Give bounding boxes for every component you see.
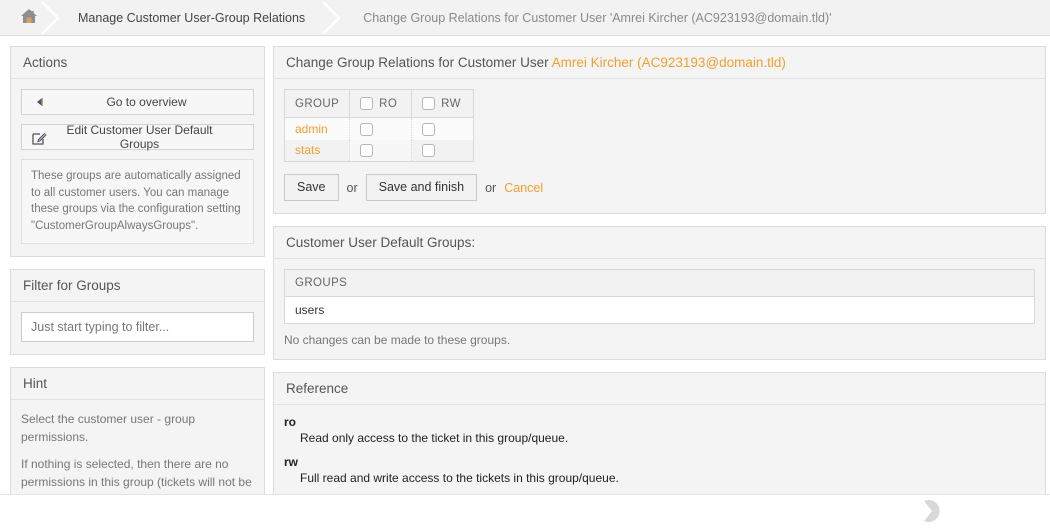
main-content: Change Group Relations for Customer User… bbox=[273, 46, 1046, 510]
no-changes-note: No changes can be made to these groups. bbox=[284, 333, 1035, 347]
edit-default-groups-label: Edit Customer User Default Groups bbox=[48, 123, 245, 151]
actions-title: Actions bbox=[11, 47, 264, 79]
column-header-groups: GROUPS bbox=[285, 270, 1035, 297]
select-all-ro-checkbox[interactable] bbox=[360, 97, 373, 110]
default-groups-header-row: GROUPS bbox=[285, 270, 1035, 297]
default-groups-note: These groups are automatically assigned … bbox=[21, 159, 254, 244]
footer bbox=[0, 494, 1050, 524]
breadcrumb-separator-2 bbox=[319, 0, 345, 36]
hint-paragraph-1: Select the customer user - group permiss… bbox=[21, 410, 254, 446]
group-relations-title-prefix: Change Group Relations for Customer User bbox=[286, 55, 552, 70]
column-header-ro-label: RO bbox=[379, 98, 397, 110]
ro-cell bbox=[350, 140, 412, 162]
breadcrumb-item-2: Change Group Relations for Customer User… bbox=[345, 0, 845, 36]
breadcrumb-item-2-label: Change Group Relations for Customer User… bbox=[345, 11, 845, 25]
reference-body: ro Read only access to the ticket in thi… bbox=[274, 405, 1045, 497]
table-row: users bbox=[285, 297, 1035, 324]
group-relations-title: Change Group Relations for Customer User… bbox=[274, 47, 1045, 79]
reference-definition-ro: Read only access to the ticket in this g… bbox=[300, 431, 1035, 445]
breadcrumb-item-1-label: Manage Customer User-Group Relations bbox=[64, 11, 319, 25]
brand-mark-icon bbox=[918, 497, 948, 528]
home-icon[interactable] bbox=[20, 8, 38, 27]
table-row: admin bbox=[285, 118, 474, 140]
ro-checkbox-stats[interactable] bbox=[360, 144, 373, 157]
ro-checkbox-admin[interactable] bbox=[360, 123, 373, 136]
group-relations-body: GROUP RO RW bbox=[274, 79, 1045, 213]
actions-widget: Actions Go to overview bbox=[10, 46, 265, 257]
hint-title: Hint bbox=[11, 368, 264, 400]
go-to-overview-label: Go to overview bbox=[48, 95, 245, 109]
submit-row: Save or Save and finish or Cancel bbox=[284, 174, 1035, 201]
column-header-rw: RW bbox=[412, 90, 474, 118]
back-arrow-icon bbox=[30, 97, 48, 107]
group-cell: admin bbox=[285, 118, 350, 140]
permissions-table: GROUP RO RW bbox=[284, 89, 474, 162]
edit-pencil-icon bbox=[30, 130, 48, 145]
reference-definition-rw: Full read and write access to the ticket… bbox=[300, 471, 1035, 485]
breadcrumb: Manage Customer User-Group Relations Cha… bbox=[0, 0, 1050, 36]
group-relations-widget: Change Group Relations for Customer User… bbox=[273, 46, 1046, 214]
table-row: stats bbox=[285, 140, 474, 162]
default-groups-body: GROUPS users No changes can be made to t… bbox=[274, 259, 1045, 359]
page-body: Actions Go to overview bbox=[0, 36, 1050, 528]
group-cell: stats bbox=[285, 140, 350, 162]
filter-body bbox=[11, 302, 264, 354]
rw-checkbox-stats[interactable] bbox=[422, 144, 435, 157]
filter-title: Filter for Groups bbox=[11, 270, 264, 302]
or-separator-2: or bbox=[485, 181, 496, 195]
rw-cell bbox=[412, 118, 474, 140]
default-groups-widget: Customer User Default Groups: GROUPS use… bbox=[273, 226, 1046, 360]
or-separator-1: or bbox=[347, 181, 358, 195]
select-all-rw-checkbox[interactable] bbox=[422, 97, 435, 110]
group-name-link[interactable]: admin bbox=[295, 122, 328, 136]
cancel-link[interactable]: Cancel bbox=[504, 181, 543, 195]
column-header-group: GROUP bbox=[285, 90, 350, 118]
reference-widget: Reference ro Read only access to the tic… bbox=[273, 372, 1046, 498]
actions-body: Go to overview Edit Customer User Defaul… bbox=[11, 79, 264, 256]
ro-cell bbox=[350, 118, 412, 140]
default-groups-title: Customer User Default Groups: bbox=[274, 227, 1045, 259]
reference-term-rw: rw bbox=[284, 455, 1035, 469]
filter-widget: Filter for Groups bbox=[10, 269, 265, 355]
save-button[interactable]: Save bbox=[284, 174, 339, 201]
breadcrumb-home[interactable] bbox=[0, 0, 38, 36]
group-name-link[interactable]: stats bbox=[295, 143, 320, 157]
breadcrumb-item-1[interactable]: Manage Customer User-Group Relations bbox=[64, 0, 319, 36]
column-header-rw-label: RW bbox=[441, 98, 461, 110]
breadcrumb-separator-1 bbox=[38, 0, 64, 36]
edit-default-groups-button[interactable]: Edit Customer User Default Groups bbox=[21, 124, 254, 150]
default-group-cell: users bbox=[285, 297, 1035, 324]
rw-cell bbox=[412, 140, 474, 162]
rw-checkbox-admin[interactable] bbox=[422, 123, 435, 136]
column-header-ro: RO bbox=[350, 90, 412, 118]
go-to-overview-button[interactable]: Go to overview bbox=[21, 89, 254, 115]
default-groups-table: GROUPS users bbox=[284, 269, 1035, 324]
group-filter-input[interactable] bbox=[21, 312, 254, 342]
sidebar: Actions Go to overview bbox=[10, 46, 265, 528]
save-and-finish-button[interactable]: Save and finish bbox=[366, 174, 477, 201]
reference-term-ro: ro bbox=[284, 415, 1035, 429]
permissions-table-header-row: GROUP RO RW bbox=[285, 90, 474, 118]
customer-user-link[interactable]: Amrei Kircher (AC923193@domain.tld) bbox=[552, 55, 786, 70]
reference-title: Reference bbox=[274, 373, 1045, 405]
